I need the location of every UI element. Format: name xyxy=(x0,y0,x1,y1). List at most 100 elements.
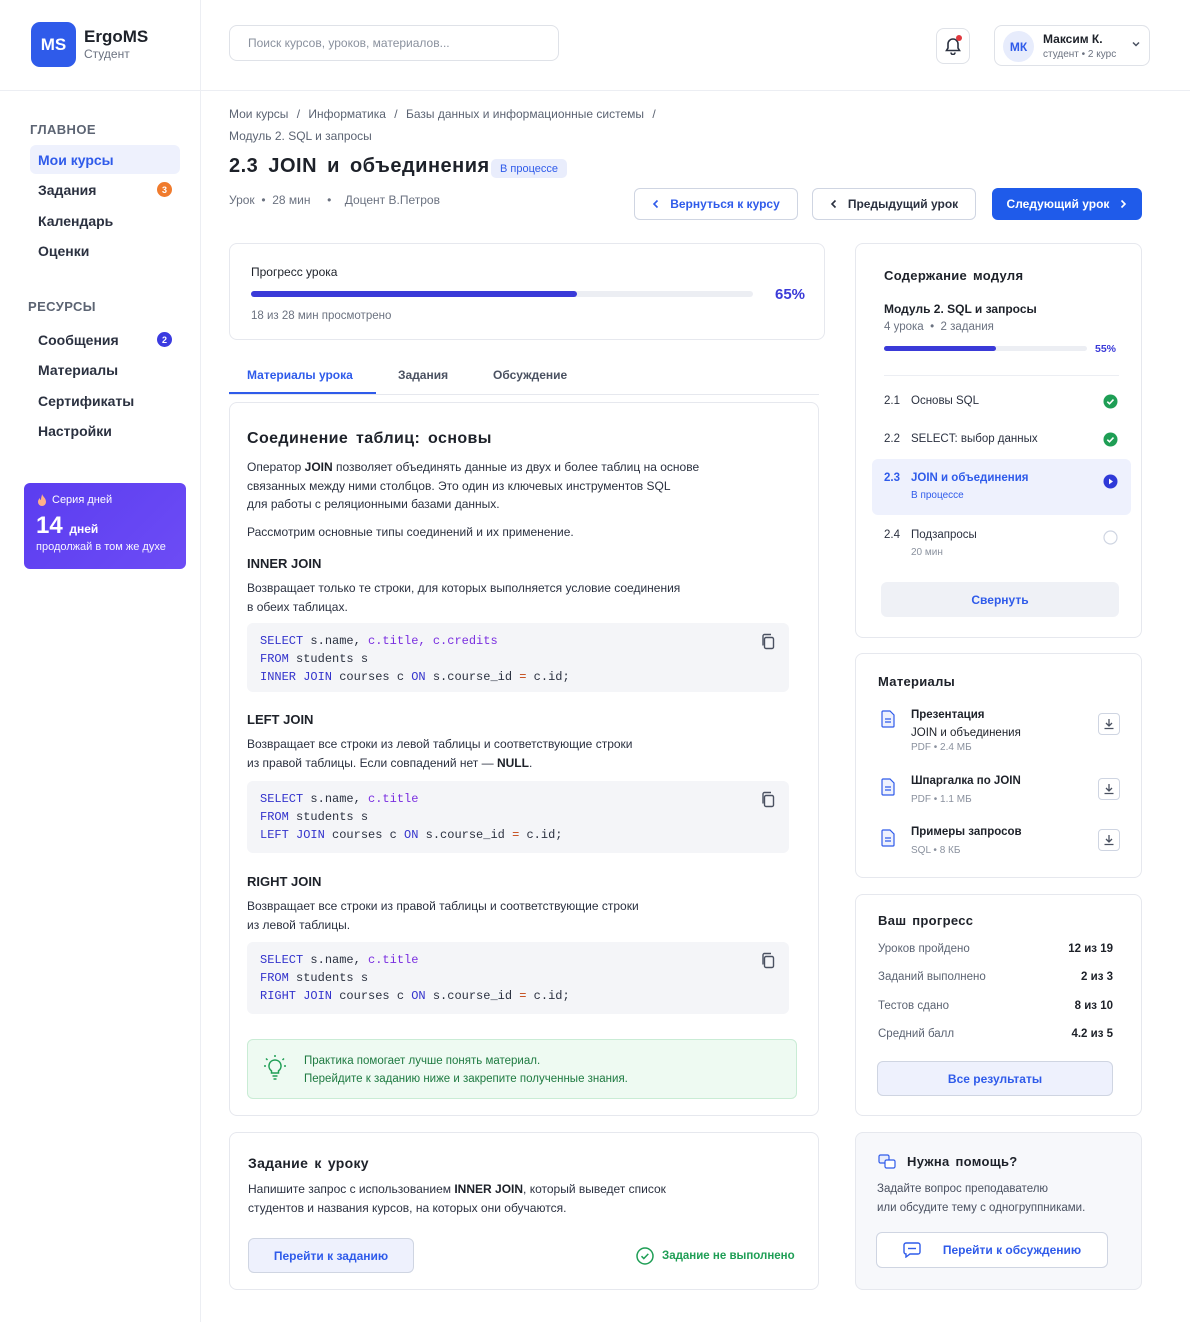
sidebar-item-settings[interactable]: Настройки xyxy=(30,416,180,445)
sidebar-item-label: Оценки xyxy=(38,242,90,259)
user-menu[interactable]: МК Максим К. студент • 2 курс xyxy=(994,25,1150,66)
row-label: Заданий выполнено xyxy=(878,971,986,983)
brand-name: ErgoMS xyxy=(84,27,149,46)
help-title: Нужна помощь? xyxy=(907,1154,1018,1169)
progress-caption: 18 из 28 мин просмотрено xyxy=(251,310,392,322)
page-title: 2.3 JOIN и объединения xyxy=(229,155,490,177)
materials-title: Материалы xyxy=(878,674,956,689)
text: Возвращает только те строки, для которых… xyxy=(247,581,681,595)
progress-title: Прогресс урока xyxy=(251,265,338,279)
chevron-right-icon xyxy=(1121,199,1127,209)
lesson-number: 2.2 xyxy=(884,433,900,445)
back-to-course-button[interactable]: Вернуться к курсу xyxy=(634,188,798,220)
sidebar-item-materials[interactable]: Материалы xyxy=(30,355,180,384)
sidebar-item-grades[interactable]: Оценки xyxy=(30,236,180,265)
progress-row: Средний балл 4.2 из 5 xyxy=(878,1028,1113,1040)
breadcrumb-item[interactable]: Информатика xyxy=(308,107,386,121)
collapse-button[interactable]: Свернуть xyxy=(881,582,1119,617)
file-icon xyxy=(881,778,895,796)
notifications-button[interactable] xyxy=(936,28,970,64)
row-label: Средний балл xyxy=(878,1028,955,1040)
text: студентов и названия курсов, на которых … xyxy=(248,1200,567,1215)
text: из левой таблицы. xyxy=(247,917,351,932)
left-join-text: Возвращает все строки из левой таблицы и… xyxy=(247,735,633,772)
active-tab-indicator xyxy=(229,392,376,394)
breadcrumb-current: Модуль 2. SQL и запросы xyxy=(229,129,372,143)
button-label: Предыдущий урок xyxy=(847,197,959,211)
module-lesson-2-3[interactable]: 2.3 JOIN и объединения В процессе xyxy=(872,459,1131,515)
download-icon xyxy=(1104,784,1114,795)
copy-icon[interactable] xyxy=(760,791,776,809)
sidebar-item-label: Материалы xyxy=(38,361,119,378)
next-lesson-button[interactable]: Следующий урок xyxy=(992,188,1142,220)
sidebar-item-calendar[interactable]: Календарь xyxy=(30,206,180,235)
breadcrumb: Мои курсы / Информатика / Базы данных и … xyxy=(229,107,661,121)
download-button[interactable] xyxy=(1098,713,1120,735)
tab-materials[interactable]: Материалы урока xyxy=(247,368,353,382)
download-button[interactable] xyxy=(1098,829,1120,851)
code-block-left-join[interactable]: SELECT s.name, c.title FROM students s L… xyxy=(247,781,789,853)
streak-card: Серия дней 14 дней продолжай в том же ду… xyxy=(24,483,186,569)
lesson-name: JOIN и объединения xyxy=(911,472,1029,484)
text: Задайте вопрос преподавателю xyxy=(877,1183,1049,1195)
text: Рассмотрим основные типы соединений и их… xyxy=(247,524,574,539)
breadcrumb-item[interactable]: Мои курсы xyxy=(229,107,288,121)
tab-discussion[interactable]: Обсуждение xyxy=(493,368,567,382)
text: для работы с реляционными базами данных. xyxy=(247,497,500,511)
row-value: 2 из 3 xyxy=(1081,971,1113,983)
status-badge: В процессе xyxy=(491,159,567,178)
sidebar-item-tasks[interactable]: Задания 3 xyxy=(30,175,180,204)
progress-fill xyxy=(884,346,996,351)
module-progress-bar xyxy=(884,346,1087,351)
text: или обсудите тему с одногруппниками. xyxy=(877,1201,1086,1214)
button-label: Следующий урок xyxy=(1006,197,1110,211)
avatar: МК xyxy=(1003,31,1034,62)
text: Оператор xyxy=(247,460,305,474)
button-label: Перейти к обсуждению xyxy=(942,1243,1082,1257)
lesson-meta: Урок • 28 мин • Доцент В.Петров xyxy=(229,193,440,207)
play-circle-icon xyxy=(1103,474,1118,489)
lesson-number: 2.4 xyxy=(884,529,900,541)
sidebar-item-messages[interactable]: Сообщения 2 xyxy=(30,325,180,354)
inner-join-text: Возвращает только те строки, для которых… xyxy=(247,579,680,616)
progress-fill xyxy=(251,291,578,297)
lesson-progress-bar xyxy=(251,291,753,297)
go-to-discussion-button[interactable]: Перейти к обсуждению xyxy=(876,1232,1108,1268)
copy-icon[interactable] xyxy=(760,633,776,651)
material-meta: SQL • 8 КБ xyxy=(911,845,961,856)
text: Презентация xyxy=(911,709,985,721)
tab-tasks[interactable]: Задания xyxy=(398,368,448,382)
text-bold: NULL xyxy=(496,755,529,770)
chat-translate-icon xyxy=(878,1154,896,1169)
download-icon xyxy=(1104,835,1114,846)
lesson-number: 2.1 xyxy=(884,395,900,407)
material-name: Примеры запросов xyxy=(911,826,1022,838)
module-lesson-2-4[interactable]: 2.4 Подзапросы 20 мин xyxy=(872,517,1131,573)
module-name: Модуль 2. SQL и запросы xyxy=(884,302,1037,316)
progress-row: Заданий выполнено 2 из 3 xyxy=(878,971,1113,983)
code-block-inner-join[interactable]: SELECT s.name, c.title, c.credits FROM s… xyxy=(247,623,789,692)
user-name: Максим К. xyxy=(1043,32,1103,46)
sidebar-section-resources: РЕСУРСЫ xyxy=(28,299,96,314)
download-button[interactable] xyxy=(1098,778,1120,800)
sidebar-divider xyxy=(200,0,201,1322)
check-circle-icon xyxy=(1103,432,1118,447)
progress-percent: 65% xyxy=(775,286,806,303)
code-block-right-join[interactable]: SELECT s.name, c.title FROM students s R… xyxy=(247,942,789,1014)
button-label: Свернуть xyxy=(971,592,1029,607)
tip-line: Практика помогает лучше понять материал. xyxy=(304,1055,541,1067)
copy-icon[interactable] xyxy=(760,952,776,970)
row-value: 8 из 10 xyxy=(1074,1000,1113,1012)
left-join-title: LEFT JOIN xyxy=(247,712,314,727)
previous-lesson-button[interactable]: Предыдущий урок xyxy=(812,188,976,220)
task-status-label: Задание не выполнено xyxy=(662,1250,795,1262)
go-to-task-button[interactable]: Перейти к заданию xyxy=(248,1238,414,1273)
sidebar-section-main: ГЛАВНОЕ xyxy=(30,122,96,137)
content-heading: Соединение таблиц: основы xyxy=(247,430,492,447)
all-results-button[interactable]: Все результаты xyxy=(877,1061,1113,1096)
breadcrumb-item[interactable]: Базы данных и информационные системы xyxy=(406,107,644,121)
search-input[interactable] xyxy=(229,25,559,61)
sidebar-item-my-courses[interactable]: Мои курсы xyxy=(30,145,180,174)
material-name: Презентация JOIN и объединения xyxy=(911,706,1021,742)
sidebar-item-certificates[interactable]: Сертификаты xyxy=(30,386,180,415)
